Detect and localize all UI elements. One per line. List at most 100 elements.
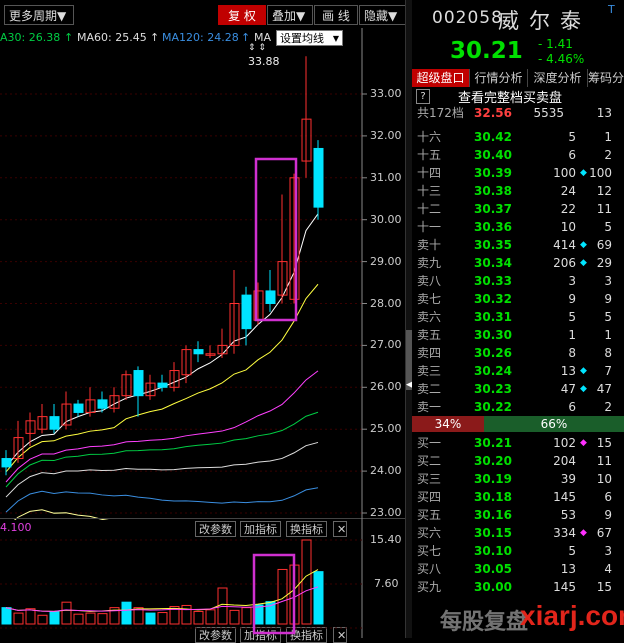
ask-row[interactable]: 卖九 30.34 206 ◆ 29	[412, 254, 624, 272]
tab-deep-analysis[interactable]: 深度分析	[528, 69, 588, 87]
ask-count: 3	[604, 274, 612, 288]
price-tick-label: 28.00	[370, 296, 402, 310]
price-tick-label: 26.00	[370, 380, 402, 394]
ask-level-label: 卖九	[417, 256, 442, 270]
price-tick-label: 29.00	[370, 254, 402, 268]
tab-super-orderbook[interactable]: 超级盘口	[412, 69, 470, 87]
ask-level-label: 卖十	[417, 238, 442, 252]
ask-row[interactable]: 十一 30.36 10 5	[412, 218, 624, 236]
ask-row[interactable]: 卖七 30.32 9 9	[412, 290, 624, 308]
ask-row[interactable]: 卖三 30.24 13 ◆ 7	[412, 362, 624, 380]
candle-body	[97, 399, 108, 409]
bid-row[interactable]: 买四 30.18 145 6	[412, 488, 624, 506]
bid-count: 4	[604, 562, 612, 576]
ask-volume: 100	[553, 166, 576, 180]
volume-bar	[37, 614, 48, 625]
current-price: 30.21	[450, 38, 523, 64]
ask-price: 30.30	[474, 328, 512, 342]
ask-price: 30.39	[474, 166, 512, 180]
ask-count: 100	[589, 166, 612, 180]
magenta-diamond-icon: ◆	[580, 528, 587, 538]
volume-bar	[277, 568, 288, 625]
bid-price: 30.18	[474, 490, 512, 504]
ask-row[interactable]: 卖八 30.33 3 3	[412, 272, 624, 290]
ask-level-label: 卖二	[417, 382, 442, 396]
volume-bar	[1, 607, 12, 625]
tab-chips[interactable]: 筹码分	[588, 69, 624, 87]
total-price: 32.56	[474, 106, 512, 120]
ask-level-label: 十一	[417, 220, 442, 234]
ask-volume: 6	[568, 400, 576, 414]
bid-price: 30.15	[474, 526, 512, 540]
ask-row[interactable]: 卖一 30.22 6 2	[412, 398, 624, 416]
bid-row[interactable]: 买九 30.00 145 15	[412, 578, 624, 596]
bid-level-label: 买八	[417, 562, 442, 576]
volume-bar	[193, 610, 204, 625]
ask-row[interactable]: 十五 30.40 6 2	[412, 146, 624, 164]
ask-row[interactable]: 卖六 30.31 5 5	[412, 308, 624, 326]
cyan-diamond-icon: ◆	[580, 384, 587, 394]
candle-body	[265, 290, 276, 304]
ask-row[interactable]: 十六 30.42 5 1	[412, 128, 624, 146]
bid-level-label: 买三	[417, 472, 442, 486]
ask-count: 47	[596, 382, 612, 396]
volume-bar	[181, 604, 192, 625]
ask-price: 30.26	[474, 346, 512, 360]
bid-volume: 39	[560, 472, 576, 486]
ask-volume: 3	[568, 274, 576, 288]
price-tick-label: 30.00	[370, 212, 402, 226]
bid-volume: 145	[553, 490, 576, 504]
cyan-diamond-icon: ◆	[580, 258, 587, 268]
price-tick-label: 32.00	[370, 128, 402, 142]
ask-row[interactable]: 卖二 30.23 47 ◆ 47	[412, 380, 624, 398]
bid-row[interactable]: 买七 30.10 5 3	[412, 542, 624, 560]
ask-volume: 24	[560, 184, 576, 198]
ask-volume: 5	[568, 310, 576, 324]
volume-bar	[229, 609, 240, 625]
bid-row[interactable]: 买一 30.21 102 ◆ 15	[412, 434, 624, 452]
ask-volume: 5	[568, 130, 576, 144]
candle-body	[49, 416, 60, 430]
bid-level-label: 买七	[417, 544, 442, 558]
kline-chart-area[interactable]: 更多周期▼ 复 权 叠加▼ 画 线 隐藏▼ A30: 26.38 ↑ MA60:…	[0, 0, 410, 643]
candlestick-chart[interactable]	[0, 0, 410, 520]
volume-chart[interactable]	[0, 518, 410, 638]
bid-price: 30.19	[474, 472, 512, 486]
ask-row[interactable]: 卖四 30.26 8 8	[412, 344, 624, 362]
ask-price: 30.33	[474, 274, 512, 288]
total-count: 13	[596, 106, 612, 120]
ask-row[interactable]: 卖五 30.30 1 1	[412, 326, 624, 344]
candle-body	[157, 382, 168, 388]
ask-level-label: 卖七	[417, 292, 442, 306]
price-change: - 1.41 - 4.46%	[538, 37, 584, 67]
bid-row[interactable]: 买八 30.05 13 4	[412, 560, 624, 578]
bid-level-label: 买九	[417, 580, 442, 594]
volume-bar	[253, 604, 264, 625]
tab-market-analysis[interactable]: 行情分析	[470, 69, 528, 87]
bid-row[interactable]: 买三 30.19 39 10	[412, 470, 624, 488]
ask-row[interactable]: 十二 30.37 22 11	[412, 200, 624, 218]
price-tick-label: 25.00	[370, 422, 402, 436]
bid-row[interactable]: 买六 30.15 334 ◆ 67	[412, 524, 624, 542]
bid-count: 15	[596, 436, 612, 450]
volume-bar	[85, 612, 96, 625]
high-marker-icon: ⇕ ⇕	[248, 43, 266, 53]
ask-volume: 22	[560, 202, 576, 216]
ask-row[interactable]: 十三 30.38 24 12	[412, 182, 624, 200]
bid-volume: 204	[553, 454, 576, 468]
bid-level-label: 买四	[417, 490, 442, 504]
candle-body	[241, 294, 252, 330]
bid-row[interactable]: 买五 30.16 53 9	[412, 506, 624, 524]
ask-price: 30.23	[474, 382, 512, 396]
volume-bar	[13, 612, 24, 625]
ask-row[interactable]: 卖十 30.35 414 ◆ 69	[412, 236, 624, 254]
candle-body	[193, 349, 204, 355]
volume-bar	[25, 608, 36, 625]
bid-row[interactable]: 买二 30.20 204 11	[412, 452, 624, 470]
ask-row[interactable]: 十四 30.39 100 ◆ 100	[412, 164, 624, 182]
help-icon[interactable]: ?	[416, 89, 430, 104]
ask-price: 30.36	[474, 220, 512, 234]
volume-tick-mid: 7.60	[374, 577, 399, 590]
bid-volume: 334	[553, 526, 576, 540]
bid-level-label: 买二	[417, 454, 442, 468]
